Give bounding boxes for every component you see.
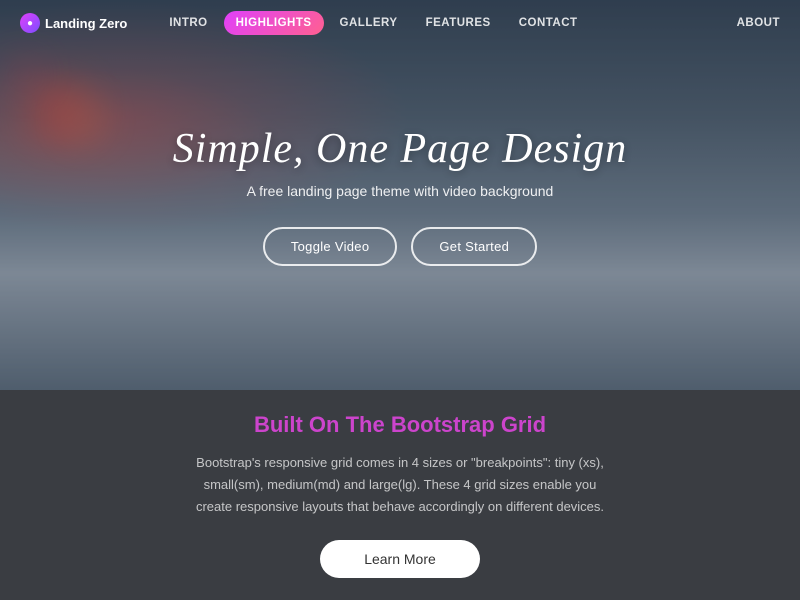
nav-links: INTRO HIGHLIGHTS GALLERY FEATURES CONTAC… xyxy=(157,11,736,35)
nav-link-intro[interactable]: INTRO xyxy=(157,11,219,35)
section2-title: Built On The Bootstrap Grid xyxy=(254,412,546,438)
hero-content: Simple, One Page Design A free landing p… xyxy=(173,125,628,266)
brand-icon: ● xyxy=(20,13,40,33)
nav-link-features[interactable]: FEATURES xyxy=(414,11,503,35)
hero-buttons: Toggle Video Get Started xyxy=(173,227,628,266)
bokeh-circle-1 xyxy=(30,80,90,140)
hero-subtitle: A free landing page theme with video bac… xyxy=(173,183,628,199)
navbar: ● Landing Zero INTRO HIGHLIGHTS GALLERY … xyxy=(0,0,800,46)
bootstrap-section: Built On The Bootstrap Grid Bootstrap's … xyxy=(0,390,800,600)
nav-link-highlights[interactable]: HIGHLIGHTS xyxy=(224,11,324,35)
nav-about[interactable]: ABOUT xyxy=(737,17,780,29)
section2-body: Bootstrap's responsive grid comes in 4 s… xyxy=(190,452,610,518)
nav-link-contact[interactable]: CONTACT xyxy=(507,11,590,35)
get-started-button[interactable]: Get Started xyxy=(411,227,537,266)
hero-section: Simple, One Page Design A free landing p… xyxy=(0,0,800,390)
bokeh-circle-2 xyxy=(65,100,105,140)
brand-logo[interactable]: ● Landing Zero xyxy=(20,13,127,33)
learn-more-button[interactable]: Learn More xyxy=(320,540,480,578)
hero-title: Simple, One Page Design xyxy=(173,125,628,173)
nav-link-gallery[interactable]: GALLERY xyxy=(328,11,410,35)
brand-label: Landing Zero xyxy=(45,16,127,31)
bokeh-circle-3 xyxy=(10,60,40,90)
toggle-video-button[interactable]: Toggle Video xyxy=(263,227,398,266)
